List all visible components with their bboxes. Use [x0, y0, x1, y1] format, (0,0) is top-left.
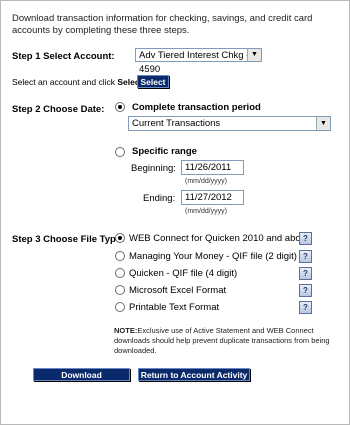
help-icon[interactable]: ?: [299, 301, 312, 314]
step2-label: Step 2 Choose Date:: [12, 104, 105, 115]
note-body: Exclusive use of Active Statement and WE…: [114, 326, 330, 355]
radio-filetype-text[interactable]: [115, 302, 125, 312]
radio-filetype-mym-qif[interactable]: [115, 251, 125, 261]
chevron-down-icon[interactable]: ▼: [247, 49, 261, 61]
period-select-value: Current Transactions: [132, 118, 221, 129]
step1-label: Step 1 Select Account:: [12, 51, 115, 62]
filetype-mym-qif-label: Managing Your Money - QIF file (2 digit): [129, 251, 297, 262]
note-prefix: NOTE:: [114, 326, 138, 335]
help-icon[interactable]: ?: [299, 267, 312, 280]
intro-text: Download transaction information for che…: [12, 13, 313, 36]
radio-filetype-quicken-qif[interactable]: [115, 268, 125, 278]
filetype-text-label: Printable Text Format: [129, 302, 220, 313]
radio-filetype-web-connect[interactable]: [115, 233, 125, 243]
note-text: NOTE:Exclusive use of Active Statement a…: [114, 326, 342, 356]
help-icon[interactable]: ?: [299, 284, 312, 297]
filetype-excel-label: Microsoft Excel Format: [129, 285, 227, 296]
help-icon[interactable]: ?: [299, 232, 312, 245]
filetype-web-connect-label: WEB Connect for Quicken 2010 and above: [129, 233, 311, 244]
ending-label: Ending:: [143, 193, 176, 204]
beginning-date-input[interactable]: 11/26/2011: [181, 160, 244, 175]
step1-instruction: Select an account and click Select: [12, 77, 142, 87]
option-specific-range-label: Specific range: [132, 146, 197, 157]
select-button[interactable]: Select: [137, 75, 169, 88]
radio-complete-period[interactable]: [115, 102, 125, 112]
beginning-date-hint: (mm/dd/yyyy): [185, 178, 227, 185]
option-complete-period-label: Complete transaction period: [132, 102, 261, 113]
step1-instruction-text: Select an account and click: [12, 77, 116, 87]
chevron-down-icon[interactable]: ▼: [316, 117, 330, 130]
page-frame: [0, 0, 350, 425]
beginning-label: Beginning:: [131, 163, 176, 174]
account-select[interactable]: Adv Tiered Interest Chkg - 4590 ▼: [135, 48, 262, 75]
radio-specific-range[interactable]: [115, 147, 125, 157]
period-select[interactable]: Current Transactions ▼: [128, 116, 331, 131]
step3-label: Step 3 Choose File Type:: [12, 234, 125, 245]
filetype-quicken-qif-label: Quicken - QIF file (4 digit): [129, 268, 238, 279]
return-to-account-activity-button[interactable]: Return to Account Activity: [138, 368, 250, 381]
download-transactions-button[interactable]: Download Transactions: [33, 368, 130, 392]
help-icon[interactable]: ?: [299, 250, 312, 263]
ending-date-hint: (mm/dd/yyyy): [185, 208, 227, 215]
ending-date-input[interactable]: 11/27/2012: [181, 190, 244, 205]
radio-filetype-excel[interactable]: [115, 285, 125, 295]
